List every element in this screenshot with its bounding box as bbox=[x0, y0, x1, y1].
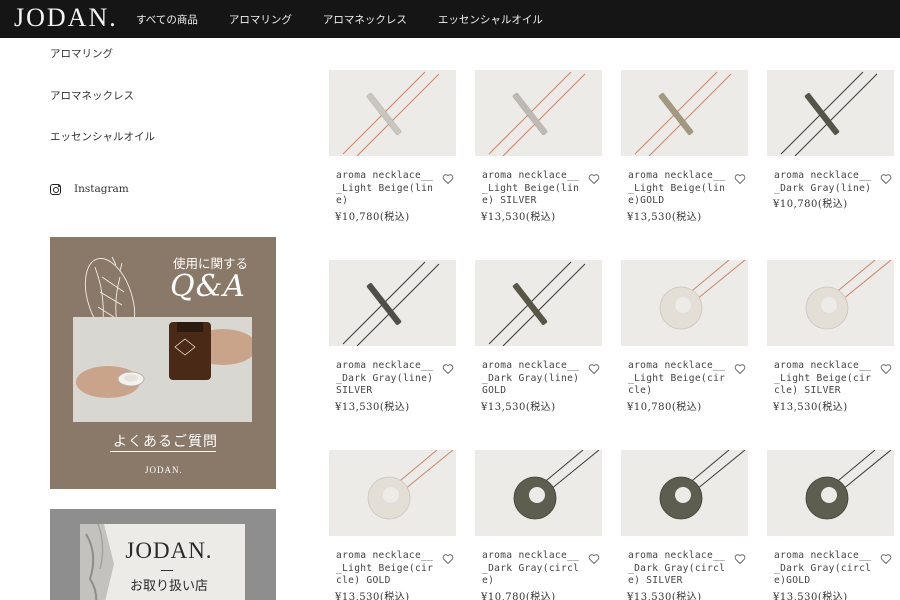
product-name[interactable]: aroma necklace___Dark Gray(line)GOLD ¥13,… bbox=[481, 360, 580, 414]
product-image[interactable] bbox=[475, 70, 602, 156]
product-name[interactable]: aroma necklace___Light Beige(line) ¥10,78… bbox=[335, 170, 434, 224]
favorite-heart-icon[interactable] bbox=[588, 360, 600, 374]
product-name[interactable]: aroma necklace___Dark Gray(circle) ¥10,78… bbox=[481, 550, 580, 600]
product-name[interactable]: aroma necklace___Light Beige(line) SILVE… bbox=[481, 170, 580, 224]
favorite-heart-icon[interactable] bbox=[442, 550, 454, 564]
product-image[interactable] bbox=[329, 70, 456, 156]
favorite-heart-icon[interactable] bbox=[588, 170, 600, 184]
necklace-illustration bbox=[488, 261, 586, 346]
product-price: ¥13,530(税込) bbox=[627, 211, 702, 223]
product-name[interactable]: aroma necklace___Light Beige(line)GOLD ¥1… bbox=[627, 170, 726, 224]
product-price: ¥13,530(税込) bbox=[773, 401, 848, 413]
product-image[interactable] bbox=[767, 70, 894, 156]
faq-banner-title: Q&A bbox=[170, 269, 246, 304]
product-name-text[interactable]: aroma necklace___Dark Gray(line)SILVER bbox=[336, 360, 433, 396]
faq-banner-caption: よくあるご質問 bbox=[113, 434, 218, 450]
product-price: ¥13,530(税込) bbox=[335, 591, 410, 600]
product-name-text[interactable]: aroma necklace___Dark Gray(circle) SILVE… bbox=[628, 550, 725, 586]
product-price: ¥13,530(税込) bbox=[627, 591, 702, 600]
necklace-illustration bbox=[342, 261, 440, 346]
product-price: ¥10,780(税込) bbox=[627, 401, 702, 413]
favorite-heart-icon[interactable] bbox=[734, 360, 746, 374]
instagram-link[interactable]: Instagram bbox=[50, 183, 129, 195]
favorite-heart-icon[interactable] bbox=[442, 360, 454, 374]
product-name-text[interactable]: aroma necklace___Light Beige(circle) SIL… bbox=[774, 360, 871, 396]
product-name-text[interactable]: aroma necklace___Light Beige(circle) bbox=[628, 360, 725, 396]
product-image[interactable] bbox=[621, 70, 748, 156]
product-image[interactable] bbox=[329, 260, 456, 346]
favorite-heart-icon[interactable] bbox=[880, 550, 892, 564]
site-logo[interactable]: JODAN. bbox=[14, 3, 118, 33]
faq-banner-underline bbox=[110, 451, 216, 452]
product-price: ¥13,530(税込) bbox=[481, 211, 556, 223]
stores-banner-divider bbox=[161, 570, 173, 571]
faq-banner[interactable]: 使用に関する Q&A よくあるご質問 JODAN. bbox=[50, 237, 276, 489]
product-price: ¥10,780(税込) bbox=[335, 211, 410, 223]
favorite-heart-icon[interactable] bbox=[880, 170, 892, 184]
product-price: ¥10,780(税込) bbox=[481, 591, 556, 600]
product-image[interactable] bbox=[329, 450, 456, 536]
sidebar-link-aroma-ring[interactable]: アロマリング bbox=[50, 46, 113, 61]
nav-all-products[interactable]: すべての商品 bbox=[136, 12, 198, 27]
product-name-text[interactable]: aroma necklace___Dark Gray(circle)GOLD bbox=[774, 550, 871, 586]
necklace-illustration bbox=[634, 71, 732, 156]
faq-banner-brand: JODAN. bbox=[145, 465, 183, 475]
stores-banner[interactable]: JODAN. お取り扱い店 bbox=[50, 509, 276, 600]
necklace-illustration bbox=[805, 450, 892, 520]
product-name[interactable]: aroma necklace___Dark Gray(circle) SILVE… bbox=[627, 550, 726, 600]
necklace-illustration bbox=[659, 260, 746, 330]
necklace-illustration bbox=[780, 71, 878, 156]
product-name-text[interactable]: aroma necklace___Light Beige(circle) GOL… bbox=[336, 550, 433, 586]
product-name-text[interactable]: aroma necklace___Dark Gray(circle) bbox=[482, 550, 579, 586]
favorite-heart-icon[interactable] bbox=[734, 550, 746, 564]
stores-banner-subtitle: お取り扱い店 bbox=[129, 579, 208, 594]
sidebar-link-aroma-necklace[interactable]: アロマネックレス bbox=[50, 88, 134, 103]
product-price: ¥13,530(税込) bbox=[335, 401, 410, 413]
product-image[interactable] bbox=[767, 260, 894, 346]
instagram-icon bbox=[50, 183, 61, 195]
product-image[interactable] bbox=[475, 260, 602, 346]
product-image[interactable] bbox=[767, 450, 894, 536]
stores-banner-card: JODAN. お取り扱い店 bbox=[80, 524, 245, 600]
product-price: ¥13,530(税込) bbox=[773, 591, 848, 600]
instagram-label: Instagram bbox=[74, 183, 129, 195]
product-name-text[interactable]: aroma necklace___Light Beige(line)GOLD bbox=[628, 170, 725, 206]
product-name[interactable]: aroma necklace___Dark Gray(line)SILVER ¥1… bbox=[335, 360, 434, 414]
faq-banner-photo bbox=[73, 317, 252, 422]
top-nav: すべての商品 アロマリング アロマネックレス エッセンシャルオイル bbox=[136, 0, 574, 38]
nav-essential-oil[interactable]: エッセンシャルオイル bbox=[438, 12, 543, 27]
product-name-text[interactable]: aroma necklace___Light Beige(line) SILVE… bbox=[482, 170, 579, 206]
necklace-illustration bbox=[659, 450, 746, 520]
necklace-illustration bbox=[367, 450, 454, 520]
necklace-illustration bbox=[342, 71, 440, 156]
product-price: ¥10,780(税込) bbox=[773, 199, 848, 211]
essential-oil-photo bbox=[73, 317, 252, 422]
favorite-heart-icon[interactable] bbox=[880, 360, 892, 374]
product-name[interactable]: aroma necklace___Light Beige(circle) ¥10,… bbox=[627, 360, 726, 414]
product-name-text[interactable]: aroma necklace___Dark Gray(line) bbox=[774, 170, 871, 194]
product-name[interactable]: aroma necklace___Dark Gray(circle)GOLD ¥1… bbox=[773, 550, 872, 600]
product-name[interactable]: aroma necklace___Light Beige(circle) SIL… bbox=[773, 360, 872, 414]
product-name[interactable]: aroma necklace___Dark Gray(line) ¥10,780(… bbox=[773, 170, 872, 212]
necklace-illustration bbox=[513, 450, 600, 520]
product-image[interactable] bbox=[621, 450, 748, 536]
favorite-heart-icon[interactable] bbox=[442, 170, 454, 184]
nav-aroma-necklace[interactable]: アロマネックレス bbox=[323, 12, 407, 27]
favorite-heart-icon[interactable] bbox=[588, 550, 600, 564]
product-name-text[interactable]: aroma necklace___Dark Gray(line)GOLD bbox=[482, 360, 579, 396]
product-name-text[interactable]: aroma necklace___Light Beige(line) bbox=[336, 170, 433, 206]
sidebar-link-essential-oil[interactable]: エッセンシャルオイル bbox=[50, 129, 155, 144]
product-price: ¥13,530(税込) bbox=[481, 401, 556, 413]
stores-banner-logo: JODAN. bbox=[125, 538, 213, 563]
site-header: JODAN. すべての商品 アロマリング アロマネックレス エッセンシャルオイル bbox=[0, 0, 900, 38]
product-image[interactable] bbox=[621, 260, 748, 346]
necklace-illustration bbox=[805, 260, 892, 330]
nav-aroma-ring[interactable]: アロマリング bbox=[229, 12, 292, 27]
necklace-illustration bbox=[488, 71, 586, 156]
product-name[interactable]: aroma necklace___Light Beige(circle) GOL… bbox=[335, 550, 434, 600]
product-image[interactable] bbox=[475, 450, 602, 536]
favorite-heart-icon[interactable] bbox=[734, 170, 746, 184]
